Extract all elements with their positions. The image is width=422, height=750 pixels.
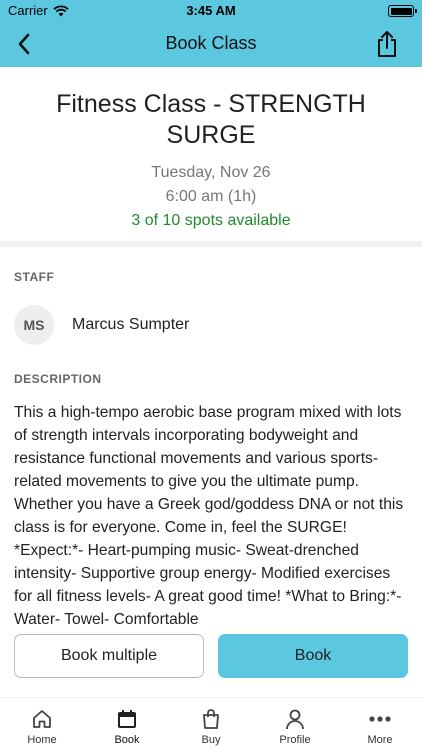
tab-home-label: Home [27, 734, 57, 746]
share-icon [378, 31, 396, 57]
share-button[interactable] [372, 28, 402, 60]
class-summary: Fitness Class - STRENGTH SURGE Tuesday, … [0, 67, 422, 247]
status-time: 3:45 AM [186, 3, 236, 18]
shopping-bag-icon [203, 709, 219, 729]
status-bar: Carrier 3:45 AM [0, 0, 422, 22]
app-header: Carrier 3:45 AM Book Class [0, 0, 422, 67]
nav-bar: Book Class [0, 22, 422, 67]
tab-home[interactable]: Home [12, 706, 72, 746]
tab-book-label: Book [114, 734, 140, 746]
page-title: Book Class [165, 33, 257, 53]
action-bar: Book multiple Book [0, 634, 422, 686]
class-time: 6:00 am (1h) [165, 188, 257, 205]
calendar-icon [118, 710, 136, 728]
class-title: Fitness Class - STRENGTH SURGE [56, 90, 366, 149]
tab-more-label: More [367, 734, 393, 746]
tab-buy-label: Buy [201, 734, 221, 746]
class-date: Tuesday, Nov 26 [151, 164, 271, 181]
staff-item[interactable]: MS Marcus Sumpter [14, 305, 189, 345]
tab-profile[interactable]: Profile [265, 706, 325, 746]
staff-name: Marcus Sumpter [72, 316, 190, 333]
tab-profile-label: Profile [279, 734, 311, 746]
class-description: This a high-tempo aerobic base program m… [14, 404, 404, 628]
description-section-label: DESCRIPTION [14, 372, 102, 386]
home-icon [33, 710, 51, 728]
book-multiple-button[interactable]: Book multiple [14, 634, 204, 678]
person-icon [286, 709, 304, 730]
tab-more[interactable]: More [350, 706, 410, 746]
spots-available: 3 of 10 spots available [131, 212, 291, 229]
staff-section-label: STAFF [14, 270, 55, 284]
tab-book[interactable]: Book [97, 706, 157, 746]
avatar: MS [14, 305, 54, 345]
battery-icon [388, 5, 417, 17]
tab-bar: Home Book Buy Profile More [0, 697, 422, 750]
book-button[interactable]: Book [218, 634, 408, 678]
tab-buy[interactable]: Buy [181, 706, 241, 746]
more-icon [369, 716, 391, 722]
